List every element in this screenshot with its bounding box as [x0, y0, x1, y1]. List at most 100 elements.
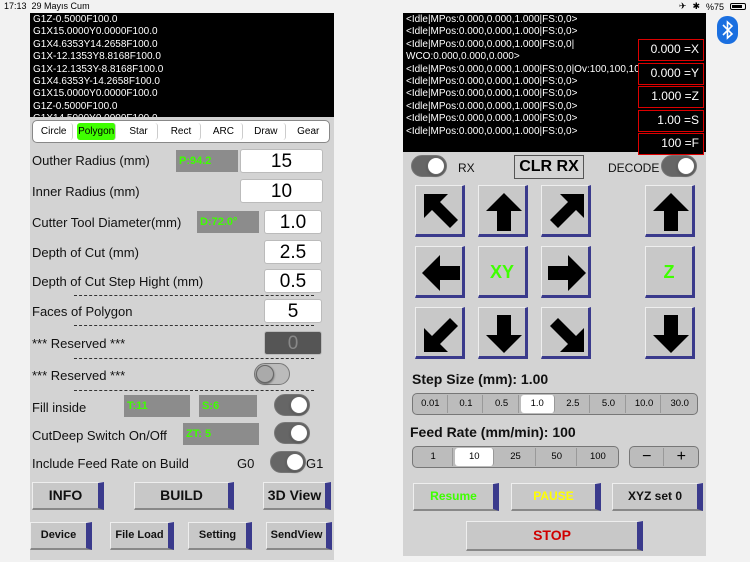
clear-rx-button[interactable]: CLR RX: [514, 155, 584, 179]
feed-rate-option[interactable]: 1: [414, 448, 454, 466]
xy-label: XY: [489, 262, 514, 282]
step-size-label: Step Size (mm): 1.00: [412, 371, 549, 387]
step-size-picker: 0.01 0.1 0.5 1.0 2.5 5.0 10.0 30.0: [412, 393, 698, 415]
teeth-info: T:11: [124, 395, 190, 417]
jog-x-plus-button[interactable]: [541, 246, 591, 298]
home-xy-button[interactable]: XY: [478, 246, 528, 298]
divider: [74, 295, 314, 296]
jog-up-right-button[interactable]: [541, 185, 591, 237]
step-size-option[interactable]: 10.0: [628, 395, 662, 413]
xyz-set-zero-button[interactable]: XYZ set 0: [612, 483, 703, 511]
jog-z-minus-button[interactable]: [645, 307, 695, 359]
faces-input[interactable]: 5: [264, 299, 322, 323]
perimeter-info: P:94.2: [176, 150, 238, 172]
setting-button[interactable]: Setting: [188, 522, 252, 550]
divider: [74, 325, 314, 326]
feed-rate-option[interactable]: 25: [496, 448, 536, 466]
reserved-label-1: *** Reserved ***: [32, 336, 126, 351]
home-z-button[interactable]: Z: [645, 246, 695, 298]
readout-y: 0.000 =Y: [638, 62, 704, 85]
file-load-button[interactable]: File Load: [110, 522, 174, 550]
rx-line: <Idle|MPos:0.000,0.000,1.000|FS:0,0>: [406, 26, 578, 38]
info-button[interactable]: INFO: [32, 482, 104, 510]
gcode-line: G1Z-0.5000F100.0: [33, 14, 118, 25]
tool-diameter-input[interactable]: 1.0: [264, 210, 322, 234]
jog-down-right-button[interactable]: [541, 307, 591, 359]
fill-inside-toggle[interactable]: [274, 394, 310, 416]
faces-label: Faces of Polygon: [32, 304, 133, 319]
tab-arc[interactable]: ARC: [205, 123, 244, 140]
arrow-up-icon: [486, 193, 522, 231]
step-size-option[interactable]: 2.5: [557, 395, 591, 413]
inner-radius-input[interactable]: 10: [240, 179, 323, 203]
step-size-option[interactable]: 0.01: [414, 395, 448, 413]
device-button[interactable]: Device: [30, 522, 92, 550]
airplane-icon: ✈: [678, 1, 687, 11]
pause-button[interactable]: PAUSE: [511, 483, 601, 511]
tab-draw[interactable]: Draw: [247, 123, 286, 140]
step-size-option[interactable]: 30.0: [663, 395, 696, 413]
control-panel: <Idle|MPos:0.000,0.000,1.000|FS:0,0> <Idl…: [403, 13, 706, 556]
depth-input[interactable]: 2.5: [264, 240, 322, 264]
step-size-option[interactable]: 5.0: [592, 395, 626, 413]
jog-z-plus-button[interactable]: [645, 185, 695, 237]
segments-info: S:6: [199, 395, 257, 417]
gcode-line: G1Z-0.5000F100.0: [33, 100, 118, 112]
step-size-option[interactable]: 0.5: [485, 395, 519, 413]
3d-view-button[interactable]: 3D View: [263, 482, 331, 510]
tab-star[interactable]: Star: [120, 123, 159, 140]
arrow-dl-icon: [424, 318, 458, 352]
feed-rate-option[interactable]: 50: [538, 448, 577, 466]
feed-rate-toggle[interactable]: [270, 451, 306, 473]
jog-down-left-button[interactable]: [415, 307, 465, 359]
jog-up-left-button[interactable]: [415, 185, 465, 237]
divider: [74, 358, 314, 359]
increase-button[interactable]: +: [666, 448, 698, 466]
step-size-option[interactable]: 1.0: [520, 395, 555, 413]
readout-x: 0.000 =X: [638, 39, 704, 61]
send-view-button[interactable]: SendView: [266, 522, 332, 550]
tab-polygon[interactable]: Polygon: [77, 123, 116, 140]
jog-y-plus-button[interactable]: [478, 185, 528, 237]
battery-percent: %75: [705, 1, 724, 12]
gcode-line: G1X4.6353Y14.2658F100.0: [33, 38, 158, 50]
gcode-output[interactable]: G1Z-0.5000F100.0 G1X15.0000Y0.0000F100.0 G…: [30, 13, 334, 117]
bluetooth-icon[interactable]: [717, 16, 738, 44]
arrow-down-icon: [486, 315, 522, 353]
gcode-line: G1X15.0000Y0.0000F100.0: [33, 26, 158, 38]
gcode-line: G1X-12.1353Y8.8168F100.0: [33, 51, 161, 63]
decrease-button[interactable]: −: [631, 448, 664, 466]
gcode-line: G1X14.5000Y0.0000F100.0: [33, 113, 331, 117]
resume-button[interactable]: Resume: [413, 483, 499, 511]
bluetooth-status-icon: ✱: [692, 1, 700, 11]
outer-radius-input[interactable]: 15: [240, 149, 323, 173]
rx-line: <Idle|MPos:0.000,0.000,1.000|FS:0,0>: [406, 14, 578, 25]
decode-toggle[interactable]: [661, 155, 697, 177]
stop-button[interactable]: STOP: [466, 521, 643, 551]
status-date: 29 Mayıs Cum: [31, 1, 90, 11]
tab-gear[interactable]: Gear: [290, 123, 327, 140]
feed-rate-option[interactable]: 10: [455, 448, 495, 466]
status-bar: 17:13 29 Mayıs Cum ✈ ✱ %75: [0, 0, 750, 13]
jog-x-minus-button[interactable]: [415, 246, 465, 298]
arrow-left-icon: [422, 255, 460, 291]
arrow-right-icon: [548, 255, 586, 291]
rx-toggle[interactable]: [411, 155, 447, 177]
step-height-input[interactable]: 0.5: [264, 269, 322, 293]
arrow-dr-icon: [550, 318, 584, 352]
g1-label: G1: [306, 456, 324, 471]
build-button[interactable]: BUILD: [134, 482, 234, 510]
tab-rect[interactable]: Rect: [162, 123, 201, 140]
z-steps-info: ZT: 5: [183, 423, 259, 445]
tab-circle[interactable]: Circle: [35, 123, 74, 140]
shape-panel: G1Z-0.5000F100.0 G1X15.0000Y0.0000F100.0 G…: [30, 13, 334, 560]
step-size-option[interactable]: 0.1: [450, 395, 484, 413]
decode-label: DECODE: [608, 161, 660, 175]
feed-rate-option[interactable]: 100: [579, 448, 617, 466]
jog-y-minus-button[interactable]: [478, 307, 528, 359]
gcode-line: G1X-12.1353Y-8.8168F100.0: [33, 63, 164, 75]
g0-label: G0: [237, 456, 255, 471]
battery-icon: [730, 3, 746, 10]
cutdeep-toggle[interactable]: [274, 422, 310, 444]
readout-z: 1.000 =Z: [638, 86, 704, 108]
